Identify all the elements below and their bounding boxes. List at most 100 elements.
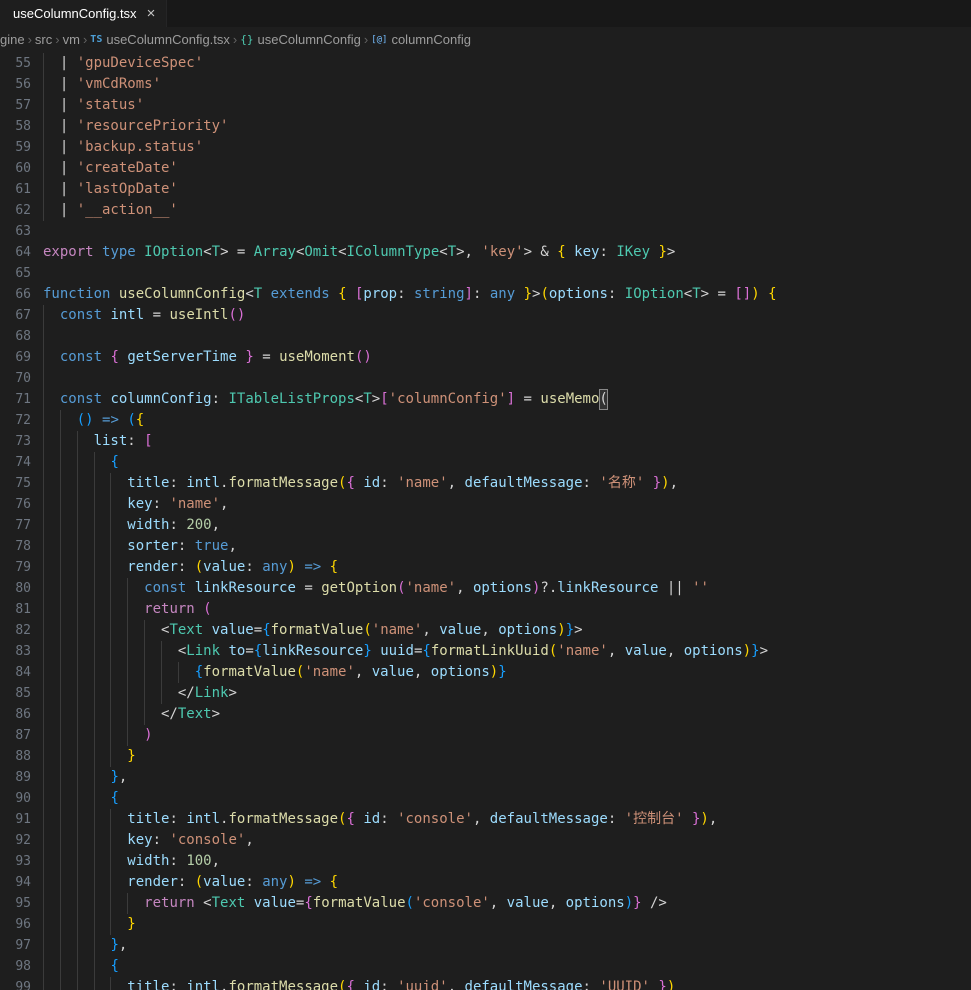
code-line[interactable]: 69 const { getServerTime } = useMoment() [0,347,971,368]
code-line[interactable]: 73 list: [ [0,431,971,452]
code-line[interactable]: 76 key: 'name', [0,494,971,515]
indent-guide [77,956,78,977]
code-line[interactable]: 91 title: intl.formatMessage({ id: 'cons… [0,809,971,830]
code-line[interactable]: 98 { [0,956,971,977]
code-line[interactable]: 64export type IOption<T> = Array<Omit<IC… [0,242,971,263]
indent-guide [43,452,44,473]
code-line[interactable]: 72 () => ({ [0,410,971,431]
code-line[interactable]: 74 { [0,452,971,473]
code-line[interactable]: 88 } [0,746,971,767]
code-line[interactable]: 66function useColumnConfig<T extends { [… [0,284,971,305]
line-number: 91 [0,809,31,830]
chevron-right-icon: › [364,32,368,47]
code-text: title: intl.formatMessage({ id: 'console… [43,809,971,830]
indent-guide [77,683,78,704]
indent-guide [43,326,44,347]
code-line[interactable]: 87 ) [0,725,971,746]
indent-guide [77,473,78,494]
line-number: 76 [0,494,31,515]
breadcrumb-item-usecolumnconfig[interactable]: {}useColumnConfig [240,32,361,47]
indent-guide [43,305,44,326]
indent-guide [43,158,44,179]
code-line[interactable]: 89 }, [0,767,971,788]
tab-usecolumnconfig-tsx[interactable]: useColumnConfig.tsx × [0,0,167,27]
indent-guide [110,515,111,536]
code-line[interactable]: 99 title: intl.formatMessage({ id: 'uuid… [0,977,971,990]
line-number: 87 [0,725,31,746]
line-number: 80 [0,578,31,599]
code-line[interactable]: 92 key: 'console', [0,830,971,851]
indent-guide [94,872,95,893]
indent-guide [77,704,78,725]
code-line[interactable]: 57 | 'status' [0,95,971,116]
breadcrumb-item-columnconfig[interactable]: [@]columnConfig [371,32,471,47]
indent-guide [94,536,95,557]
indent-guide [43,893,44,914]
indent-guide [60,620,61,641]
code-line[interactable]: 81 return ( [0,599,971,620]
code-line[interactable]: 68 [0,326,971,347]
code-line[interactable]: 65 [0,263,971,284]
code-line[interactable]: 86 </Text> [0,704,971,725]
code-line[interactable]: 90 { [0,788,971,809]
indent-guide [43,368,44,389]
code-line[interactable]: 55 | 'gpuDeviceSpec' [0,53,971,74]
code-line[interactable]: 83 <Link to={linkResource} uuid={formatL… [0,641,971,662]
indent-guide [43,74,44,95]
indent-guide [110,620,111,641]
code-text: { [43,788,971,809]
indent-guide [144,620,145,641]
breadcrumb-item-gine[interactable]: gine [0,32,25,47]
code-line[interactable]: 95 return <Text value={formatValue('cons… [0,893,971,914]
line-number: 77 [0,515,31,536]
line-number: 84 [0,662,31,683]
indent-guide [43,95,44,116]
code-line[interactable]: 82 <Text value={formatValue('name', valu… [0,620,971,641]
indent-guide [43,200,44,221]
line-number: 85 [0,683,31,704]
indent-guide [43,830,44,851]
code-line[interactable]: 56 | 'vmCdRoms' [0,74,971,95]
breadcrumb-item-usecolumnconfig-tsx[interactable]: TSuseColumnConfig.tsx [90,32,230,47]
indent-guide [77,557,78,578]
code-line[interactable]: 80 const linkResource = getOption('name'… [0,578,971,599]
indent-guide [77,914,78,935]
code-line[interactable]: 63 [0,221,971,242]
code-line[interactable]: 96 } [0,914,971,935]
code-text: }, [43,935,971,956]
code-line[interactable]: 84 {formatValue('name', value, options)} [0,662,971,683]
code-line[interactable]: 59 | 'backup.status' [0,137,971,158]
indent-guide [43,515,44,536]
code-line[interactable]: 67 const intl = useIntl() [0,305,971,326]
code-line[interactable]: 58 | 'resourcePriority' [0,116,971,137]
code-text: <Text value={formatValue('name', value, … [43,620,971,641]
code-line[interactable]: 62 | '__action__' [0,200,971,221]
code-text [43,263,971,284]
indent-guide [94,809,95,830]
code-line[interactable]: 93 width: 100, [0,851,971,872]
code-line[interactable]: 78 sorter: true, [0,536,971,557]
indent-guide [43,914,44,935]
code-line[interactable]: 71 const columnConfig: ITableListProps<T… [0,389,971,410]
code-line[interactable]: 75 title: intl.formatMessage({ id: 'name… [0,473,971,494]
code-text: const { getServerTime } = useMoment() [43,347,971,368]
line-number: 92 [0,830,31,851]
code-editor[interactable]: 55 | 'gpuDeviceSpec'56 | 'vmCdRoms'57 | … [0,52,971,990]
code-line[interactable]: 60 | 'createDate' [0,158,971,179]
code-line[interactable]: 94 render: (value: any) => { [0,872,971,893]
indent-guide [60,746,61,767]
code-line[interactable]: 79 render: (value: any) => { [0,557,971,578]
indent-guide [60,956,61,977]
line-number: 58 [0,116,31,137]
code-line[interactable]: 77 width: 200, [0,515,971,536]
code-line[interactable]: 85 </Link> [0,683,971,704]
ts-file-icon: TS [90,34,102,45]
breadcrumb-item-vm[interactable]: vm [63,32,80,47]
breadcrumb-item-src[interactable]: src [35,32,52,47]
indent-guide [94,704,95,725]
code-line[interactable]: 70 [0,368,971,389]
close-icon[interactable]: × [145,6,158,21]
code-line[interactable]: 61 | 'lastOpDate' [0,179,971,200]
code-line[interactable]: 97 }, [0,935,971,956]
code-text: | 'vmCdRoms' [43,74,971,95]
